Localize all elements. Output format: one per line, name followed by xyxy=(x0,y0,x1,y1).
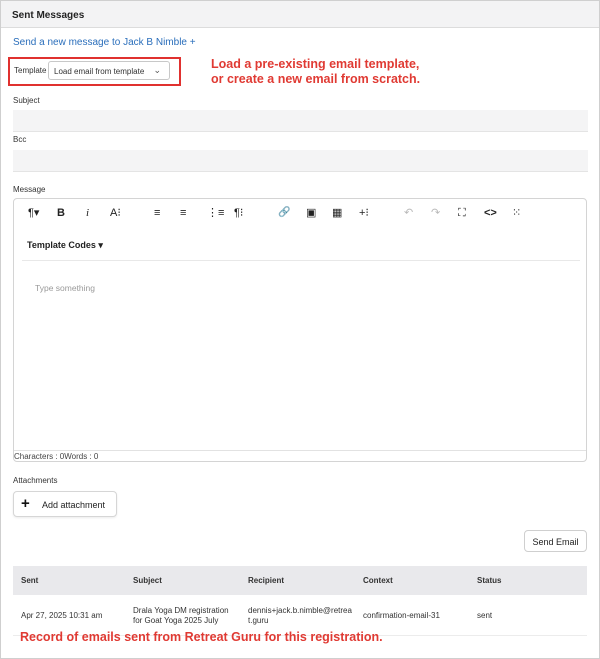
bold-icon[interactable]: B xyxy=(57,207,65,219)
cell-context: confirmation-email-31 xyxy=(363,611,440,620)
message-body-input[interactable]: Type something xyxy=(35,283,95,293)
template-select-value: Load email from template xyxy=(54,67,145,76)
bcc-label: Bcc xyxy=(13,135,27,144)
add-attachment-label: Add attachment xyxy=(42,500,106,510)
sent-table-header: Sent Subject Recipient Context Status xyxy=(13,566,587,595)
paragraph-style-icon[interactable]: ¶⁝ xyxy=(234,207,243,219)
template-codes-dropdown[interactable]: Template Codes ▾ xyxy=(27,240,103,251)
cell-status: sent xyxy=(477,611,493,620)
template-annotation: Load a pre-existing email template, or c… xyxy=(211,57,420,87)
column-header-subject: Subject xyxy=(133,576,162,585)
template-select[interactable]: Load email from template ⌄ xyxy=(48,61,170,80)
paragraph-format-icon[interactable]: ¶▾ xyxy=(28,207,39,219)
message-label: Message xyxy=(13,185,46,194)
more-icon[interactable]: +⁝ xyxy=(359,207,369,219)
align-left-icon[interactable]: ≡ xyxy=(154,207,160,219)
redo-icon[interactable]: ↷ xyxy=(431,207,440,219)
chevron-down-icon: ⌄ xyxy=(153,65,161,75)
column-header-context: Context xyxy=(363,576,393,585)
italic-icon[interactable]: i xyxy=(86,207,89,219)
subject-input[interactable] xyxy=(13,110,588,132)
cell-recipient-line2: t.guru xyxy=(248,616,269,625)
fullscreen-icon[interactable]: ⛶ xyxy=(458,207,466,219)
cell-sent: Apr 27, 2025 10:31 am xyxy=(21,611,103,620)
character-word-count: Characters : 0Words : 0 xyxy=(14,452,99,461)
add-attachment-button[interactable]: + Add attachment xyxy=(13,491,117,517)
editor-divider xyxy=(22,260,580,261)
bcc-input[interactable] xyxy=(13,150,588,172)
template-label: Template xyxy=(14,66,47,75)
align-center-icon[interactable]: ≡ xyxy=(180,207,186,219)
send-new-message-link[interactable]: Send a new message to Jack B Nimble + xyxy=(13,37,196,48)
record-annotation: Record of emails sent from Retreat Guru … xyxy=(20,630,383,644)
template-annotation-line1: Load a pre-existing email template, xyxy=(211,57,420,71)
cell-recipient: dennis+jack.b.nimble@retrea t.guru xyxy=(248,606,352,626)
panel-header: Sent Messages xyxy=(1,1,599,28)
image-icon[interactable]: ▣ xyxy=(306,207,316,219)
cell-subject-line1: Drala Yoga DM registration xyxy=(133,606,229,615)
column-header-recipient: Recipient xyxy=(248,576,285,585)
subject-label: Subject xyxy=(13,96,40,105)
editor-counter-bar: Characters : 0Words : 0 xyxy=(14,450,586,462)
attachments-label: Attachments xyxy=(13,476,58,485)
table-icon[interactable]: ▦ xyxy=(332,207,342,219)
link-icon[interactable]: 🔗 xyxy=(278,207,290,219)
ordered-list-icon[interactable]: ⋮≡ xyxy=(207,207,224,219)
message-editor: ¶▾ B i A⁝ ≡ ≡ ⋮≡ ¶⁝ 🔗 ▣ ▦ +⁝ ↶ ↷ ⛶ <> ⁙ … xyxy=(13,198,587,462)
cell-subject: Drala Yoga DM registration for Goat Yoga… xyxy=(133,606,229,626)
template-annotation-line2: or create a new email from scratch. xyxy=(211,72,421,86)
code-view-icon[interactable]: <> xyxy=(484,207,497,219)
editor-toolbar: ¶▾ B i A⁝ ≡ ≡ ⋮≡ ¶⁝ 🔗 ▣ ▦ +⁝ ↶ ↷ ⛶ <> ⁙ xyxy=(14,199,586,229)
send-email-button[interactable]: Send Email xyxy=(524,530,587,552)
column-header-sent: Sent xyxy=(21,576,39,585)
column-header-status: Status xyxy=(477,576,502,585)
panel-title: Sent Messages xyxy=(12,10,85,21)
plus-icon: + xyxy=(21,495,30,512)
cell-recipient-line1: dennis+jack.b.nimble@retrea xyxy=(248,606,352,615)
undo-icon[interactable]: ↶ xyxy=(404,207,413,219)
cell-subject-line2: for Goat Yoga 2025 July xyxy=(133,616,219,625)
font-size-icon[interactable]: A⁝ xyxy=(110,207,121,219)
select-all-icon[interactable]: ⁙ xyxy=(512,207,521,219)
